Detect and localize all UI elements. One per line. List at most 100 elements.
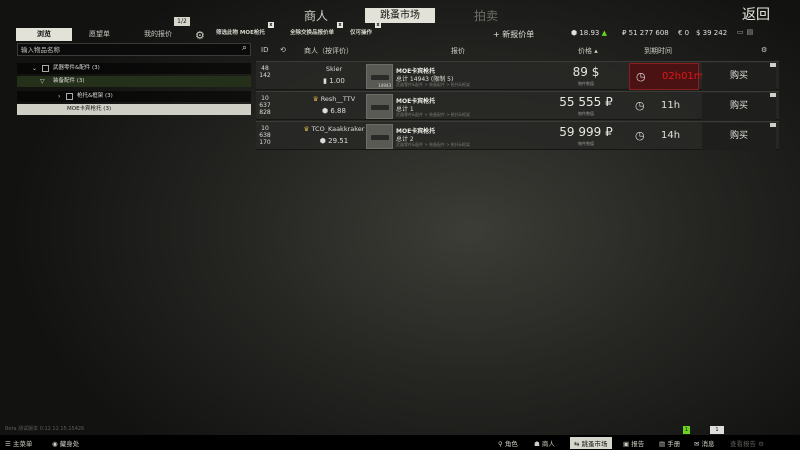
bottom-label: 报告 <box>631 440 645 448</box>
stock-icon <box>371 135 389 140</box>
bottom-label: 角色 <box>504 440 518 448</box>
chevron-down-icon[interactable]: ▽ <box>40 76 45 87</box>
offer-price: 89 $ <box>546 65 626 79</box>
seller-rating: ⬢ 29.51 <box>294 137 374 145</box>
version-label: Beta 测试版本 0.12.12.15.15426 <box>5 426 85 432</box>
thumb-quantity: 14943 <box>378 83 391 88</box>
clock-icon: ◷ <box>635 99 645 112</box>
close-icon[interactable]: x <box>267 22 274 28</box>
search-icon[interactable]: ⌕ <box>242 43 247 53</box>
offer-id: 48 142 <box>259 65 271 79</box>
buy-button[interactable]: 购买 <box>702 93 776 120</box>
chevron-right-icon[interactable]: › <box>58 91 60 102</box>
handbook-button[interactable]: ▤ 手册 <box>659 438 680 448</box>
filter-chip-operable[interactable]: 仅可操作 x <box>350 22 382 36</box>
roubles-balance: ₽ 51 277 608 <box>622 29 669 37</box>
messages-button[interactable]: ✉ 消息 <box>694 438 715 448</box>
header-price[interactable]: 价格 ▴ <box>578 46 598 56</box>
tab-my-offers[interactable]: 我的报价 <box>144 28 172 41</box>
messages-icon: ✉ <box>694 440 700 448</box>
flea-market-button[interactable]: ⇆ 跳蚤市场 <box>570 437 612 449</box>
gear-icon[interactable]: ⚙ <box>195 29 205 42</box>
tree-item-moe-stock[interactable]: MOE卡宾枪托 (3) <box>17 104 251 115</box>
up-arrow-icon: ▲ <box>601 29 608 37</box>
clock-icon: ◷ <box>635 129 645 142</box>
settings-icon[interactable]: ⚙ <box>761 46 767 54</box>
item-thumbnail[interactable] <box>366 124 393 149</box>
nav-auction[interactable]: 拍卖 <box>474 7 498 24</box>
character-button[interactable]: ⚲ 角色 <box>498 438 518 448</box>
price-label: 物件数值 <box>578 111 594 116</box>
expand-icon[interactable] <box>770 93 776 97</box>
nav-flea-market[interactable]: 跳蚤市场 <box>365 8 435 23</box>
tab-browse[interactable]: 浏览 <box>16 28 72 41</box>
header-offer: 报价 <box>451 47 465 55</box>
bottom-label: 商人 <box>541 440 555 448</box>
buy-button[interactable]: 购买 <box>702 123 776 150</box>
expiry-value: 11h <box>661 100 681 111</box>
flea-icon: ⇆ <box>574 440 580 448</box>
rating-icon: ▮ <box>323 77 328 85</box>
crown-icon: ♛ <box>303 125 310 133</box>
item-thumbnail[interactable] <box>366 94 393 119</box>
offer-id-line: 638 <box>259 132 271 139</box>
survey-icon: ▣ <box>623 440 630 448</box>
tree-item-gear-mods[interactable]: ▽ 装备配件 (3) <box>17 76 251 87</box>
expand-icon[interactable] <box>770 63 776 67</box>
tree-item-weapon-parts[interactable]: ⌄ 武器零件&配件 (3) <box>17 63 251 74</box>
offer-id-line: 828 <box>259 109 271 116</box>
character-icon: ⚲ <box>498 440 503 448</box>
expiry-time: ◷ 02h01m <box>629 63 704 90</box>
header-merchant[interactable]: 商人（按评价） <box>304 46 353 56</box>
expiry-time: ◷ 14h <box>629 123 699 150</box>
seller-name[interactable]: ♛ TCO_Kaakkraker <box>294 125 374 133</box>
tree-item-label: 武器零件&配件 (3) <box>53 65 100 71</box>
tree-item-label: 枪托&框架 (3) <box>77 93 113 99</box>
close-icon[interactable]: x <box>375 22 382 28</box>
rating-value: 1.00 <box>329 77 345 85</box>
seller-name[interactable]: Skier <box>294 65 374 73</box>
refresh-icon[interactable]: ⟲ <box>280 46 286 54</box>
main-menu-button[interactable]: ☰ 主菜单 <box>5 438 32 448</box>
offer-price: 55 555 ₽ <box>559 95 613 109</box>
bottom-label: 手册 <box>667 440 681 448</box>
seller-rating: ⬢ 6.88 <box>294 107 374 115</box>
search-box: ⌕ <box>17 43 251 56</box>
bottom-label: 主菜单 <box>12 440 33 448</box>
stock-icon <box>66 93 73 100</box>
buy-button[interactable]: 购买 <box>702 63 776 90</box>
header-expires[interactable]: 到期时间 <box>644 46 672 56</box>
bottom-bar: ☰ 主菜单 ◉ 藏身处 ⚲ 角色 ☗ 商人 ⇆ 跳蚤市场 ▣ 报告 ▤ 手册 ✉… <box>0 435 800 450</box>
tree-item-stocks[interactable]: › 枪托&框架 (3) <box>17 91 251 102</box>
rating-icon: ⬢ <box>322 107 329 115</box>
table-row: 10 638 170 ♛ TCO_Kaakkraker ⬢ 29.51 MOE卡宾枪… <box>256 121 779 150</box>
item-thumbnail[interactable]: 14943 <box>366 64 393 89</box>
hideout-button[interactable]: ◉ 藏身处 <box>52 438 79 448</box>
traders-button[interactable]: ☗ 商人 <box>534 438 555 448</box>
menu-icon: ☰ <box>5 440 11 448</box>
view-mode-icons[interactable]: ▭▤ <box>737 28 756 36</box>
seller-name[interactable]: ♛ Resh__TTV <box>294 95 374 103</box>
filter-chip-barter[interactable]: 全除交换品报价单 x <box>290 22 344 36</box>
back-button[interactable]: 返回 <box>742 4 770 24</box>
nav-traders[interactable]: 商人 <box>304 7 328 24</box>
offer-id-line: 142 <box>259 72 271 79</box>
item-category-path: 武器零件&配件 > 装备配件 > 枪托&框架 <box>396 142 471 147</box>
chevron-down-icon[interactable]: ⌄ <box>32 63 37 74</box>
add-offer-button[interactable]: + 新报价单 <box>493 29 534 40</box>
hideout-icon: ◉ <box>52 440 58 448</box>
tab-wishlist[interactable]: 愿望单 <box>89 28 110 41</box>
filter-chip-label: 全除交换品报价单 <box>290 30 335 36</box>
settings-button[interactable]: 查看报告 ⚙ <box>730 438 764 448</box>
expand-icon[interactable] <box>770 123 776 127</box>
search-input[interactable] <box>21 44 231 55</box>
header-id[interactable]: ID <box>261 46 268 54</box>
survey-button[interactable]: ▣ 报告 <box>623 438 644 448</box>
filter-chip-item[interactable]: 筛选此物 MOE枪托 x <box>216 22 274 36</box>
offer-id-line: 48 <box>261 65 269 72</box>
offer-id: 10 638 170 <box>259 125 271 146</box>
close-icon[interactable]: x <box>337 22 344 28</box>
rating-value: 6.88 <box>330 107 346 115</box>
clock-icon: ◷ <box>636 70 646 83</box>
weapon-parts-icon <box>42 65 49 72</box>
